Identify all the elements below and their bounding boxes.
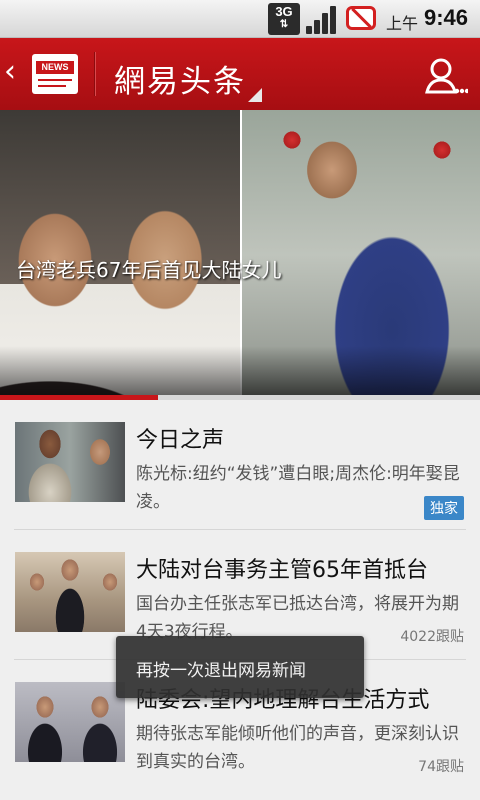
- hero-caption-overlay: [0, 346, 480, 400]
- news-thumbnail: [15, 682, 125, 762]
- toast-message: 再按一次退出网易新闻: [136, 661, 306, 681]
- news-logo-icon[interactable]: NEWS: [32, 54, 78, 94]
- network-type-label: 3G: [275, 4, 293, 19]
- exit-toast: 再按一次退出网易新闻: [116, 636, 364, 698]
- back-icon[interactable]: ‹: [4, 54, 16, 90]
- data-arrows-icon: ⇅: [279, 19, 289, 30]
- header-divider: [94, 52, 96, 96]
- news-summary: 陈光标:纽约“发钱”遭白眼;周杰伦:明年娶昆凌。: [136, 464, 460, 512]
- clock-time: 9:46: [424, 5, 469, 30]
- comment-count: 74跟贴: [418, 759, 464, 775]
- news-title: 大陆对台事务主管65年首抵台: [136, 558, 428, 583]
- news-thumbnail: [15, 552, 125, 632]
- app-header: ‹ NEWS 網易头条: [0, 38, 480, 110]
- dropdown-corner-icon[interactable]: [248, 88, 262, 102]
- page-title[interactable]: 網易头条: [114, 56, 246, 101]
- news-logo-label: NEWS: [36, 61, 74, 74]
- no-sim-icon: [346, 6, 376, 30]
- news-thumbnail: [15, 422, 125, 502]
- comment-count: 4022跟贴: [400, 629, 464, 645]
- network-3g-icon: 3G ⇅: [268, 3, 300, 35]
- signal-strength-icon: [306, 4, 338, 34]
- hero-caption[interactable]: 台湾老兵67年后首见大陆女儿: [16, 254, 281, 283]
- news-list: 今日之声 陈光标:纽约“发钱”遭白眼;周杰伦:明年娶昆凌。 独家 大陆对台事务主…: [0, 400, 480, 800]
- status-bar: 3G ⇅ 上午 9:46: [0, 0, 480, 38]
- news-summary: 期待张志军能倾听他们的声音，更深刻认识到真实的台湾。: [136, 724, 459, 772]
- news-title: 今日之声: [136, 428, 225, 453]
- user-account-icon[interactable]: [424, 56, 468, 96]
- ampm-label: 上午: [386, 14, 419, 33]
- exclusive-badge: 独家: [424, 496, 464, 520]
- list-item[interactable]: 今日之声 陈光标:纽约“发钱”遭白眼;周杰伦:明年娶昆凌。 独家: [0, 400, 480, 530]
